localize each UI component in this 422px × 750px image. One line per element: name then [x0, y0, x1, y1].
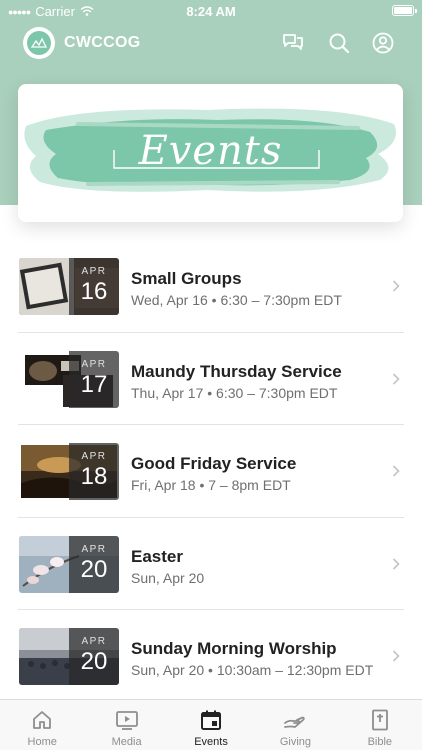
search-icon[interactable] [327, 31, 351, 55]
event-title: Easter [131, 546, 183, 566]
date-badge: APR 17 [69, 350, 119, 408]
event-title: Maundy Thursday Service [131, 361, 342, 381]
tab-events[interactable]: Events [169, 700, 253, 750]
battery-icon [392, 5, 417, 16]
event-thumbnail: APR 20 [19, 628, 119, 685]
tab-giving[interactable]: Giving [253, 700, 337, 750]
giving-icon [284, 716, 306, 728]
event-datetime: Sun, Apr 20 [131, 569, 205, 586]
tab-bible[interactable]: Bible [338, 700, 422, 750]
app-header: CWCCOG [0, 26, 422, 62]
date-badge: APR 20 [69, 628, 119, 685]
events-banner: Events [18, 84, 403, 222]
event-title: Good Friday Service [131, 454, 297, 473]
chevron-right-icon [392, 557, 400, 570]
tab-label: Bible [367, 736, 393, 748]
date-badge: APR 20 [69, 535, 119, 593]
event-datetime: Thu, Apr 17 • 6:30 – 7:30pm EDT [131, 384, 338, 401]
profile-icon[interactable] [371, 31, 395, 55]
bible-icon [371, 709, 388, 731]
chevron-right-icon [392, 372, 400, 385]
event-row[interactable]: APR 20 Sunday Morning Worship Sun, Apr 2… [0, 610, 422, 703]
event-thumbnail: APR 17 [19, 350, 119, 408]
event-thumbnail: APR 16 [19, 258, 119, 315]
event-datetime: Sun, Apr 20 • 10:30am – 12:30pm EDT [131, 662, 374, 678]
tab-bar: Home Media Events Giving Bible [0, 699, 422, 750]
event-row[interactable]: APR 17 Maundy Thursday Service Thu, Apr … [0, 333, 422, 425]
media-icon [115, 711, 138, 730]
chevron-right-icon [392, 280, 400, 292]
event-list: APR 16 Small Groups Wed, Apr 16 • 6:30 –… [0, 240, 422, 703]
tab-media[interactable]: Media [84, 700, 168, 750]
tab-home[interactable]: Home [0, 700, 84, 750]
logo-icon [27, 31, 51, 55]
event-title: Small Groups [131, 269, 242, 288]
church-logo[interactable] [23, 27, 55, 59]
event-datetime: Wed, Apr 16 • 6:30 – 7:30pm EDT [131, 292, 342, 308]
date-badge: APR 16 [69, 258, 119, 315]
tab-label: Media [111, 736, 142, 748]
tab-label: Home [27, 736, 57, 748]
home-icon [33, 711, 52, 729]
event-datetime: Fri, Apr 18 • 7 – 8pm EDT [131, 477, 291, 493]
chat-icon[interactable] [281, 31, 305, 55]
status-bar: ●●●●● Carrier 8:24 AM [0, 0, 422, 22]
tab-label: Giving [279, 736, 312, 748]
chevron-right-icon [392, 465, 400, 477]
calendar-icon [201, 710, 222, 730]
date-badge: APR 18 [69, 443, 119, 500]
event-thumbnail: APR 20 [19, 535, 119, 593]
event-row[interactable]: APR 16 Small Groups Wed, Apr 16 • 6:30 –… [0, 240, 422, 333]
event-thumbnail: APR 18 [19, 443, 119, 500]
banner-title: Events [138, 128, 283, 174]
tab-label: Events [194, 736, 228, 748]
event-title: Sunday Morning Worship [131, 639, 337, 658]
event-row[interactable]: APR 18 Good Friday Service Fri, Apr 18 •… [0, 425, 422, 518]
chevron-right-icon [392, 650, 400, 662]
event-row[interactable]: APR 20 Easter Sun, Apr 20 [0, 518, 422, 610]
status-time: 8:24 AM [186, 4, 236, 19]
app-title: CWCCOG [64, 34, 141, 51]
